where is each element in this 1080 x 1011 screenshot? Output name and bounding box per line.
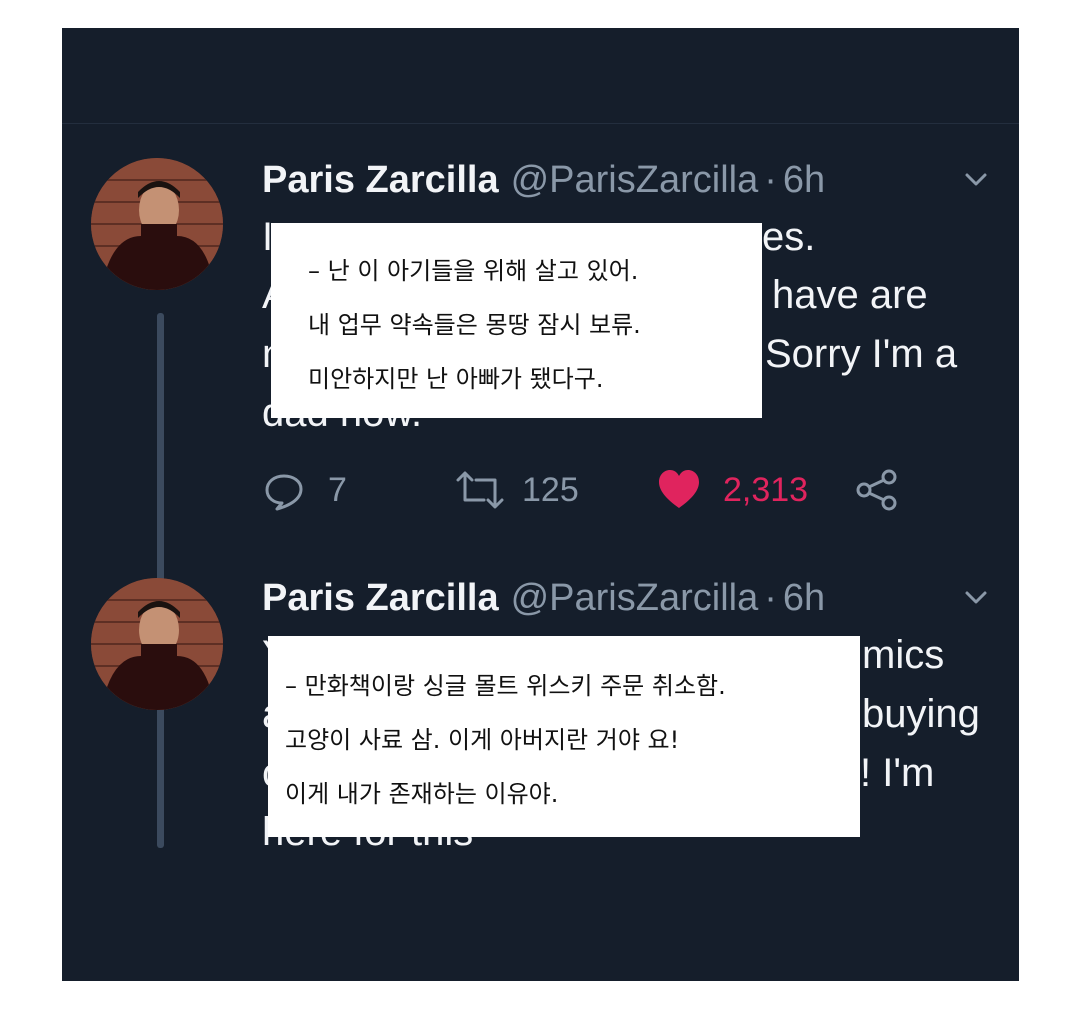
translation-line: – 만화책이랑 싱글 몰트 위스키 주문 취소함. bbox=[285, 672, 726, 700]
translation-overlay: – 만화책이랑 싱글 몰트 위스키 주문 취소함. 고양이 사료 삼. 이게 아… bbox=[268, 636, 860, 837]
translation-line: – 난 이 아기들을 위해 살고 있어. bbox=[308, 257, 639, 285]
retweet-count: 125 bbox=[522, 470, 579, 509]
translation-line: 이게 내가 존재하는 이유야. bbox=[285, 780, 559, 808]
body-fragment: Sorry I'm a bbox=[765, 332, 958, 376]
separator: · bbox=[764, 577, 777, 619]
twitter-screenshot: Paris Zarcilla@ParisZarcilla·6h I es. A … bbox=[62, 28, 1019, 981]
retweet-icon bbox=[454, 468, 506, 512]
translation-line: 고양이 사료 삼. 이게 아버지란 거야 요! bbox=[285, 726, 680, 754]
separator: · bbox=[764, 159, 777, 201]
tweet-header: Paris Zarcilla @ParisZarcilla · 6h bbox=[262, 576, 825, 620]
avatar[interactable] bbox=[91, 578, 223, 710]
chevron-down-icon[interactable] bbox=[962, 584, 990, 617]
top-bar bbox=[62, 28, 1019, 124]
body-fragment: have are bbox=[772, 273, 928, 317]
body-fragment: es. bbox=[762, 215, 816, 259]
author-handle[interactable]: @ParisZarcilla bbox=[511, 159, 759, 201]
avatar[interactable] bbox=[91, 158, 223, 290]
author-handle[interactable]: @ParisZarcilla bbox=[511, 577, 759, 619]
share-icon bbox=[855, 468, 899, 512]
body-fragment: buying bbox=[862, 692, 980, 736]
translation-line: 미안하지만 난 아빠가 됐다구. bbox=[308, 365, 604, 393]
translation-line: 내 업무 약속들은 몽땅 잠시 보류. bbox=[308, 311, 641, 339]
author-name[interactable]: Paris Zarcilla bbox=[262, 159, 499, 201]
like-count: 2,313 bbox=[723, 470, 809, 509]
retweet-button[interactable]: 125 bbox=[454, 468, 579, 512]
heart-icon bbox=[657, 468, 701, 512]
translation-overlay: – 난 이 아기들을 위해 살고 있어. 내 업무 약속들은 몽땅 잠시 보류.… bbox=[271, 223, 762, 418]
timestamp[interactable]: 6h bbox=[783, 159, 825, 201]
chevron-down-icon[interactable] bbox=[962, 166, 990, 199]
tweet-header: Paris Zarcilla @ParisZarcilla · 6h bbox=[262, 158, 825, 202]
author-name[interactable]: Paris Zarcilla bbox=[262, 577, 499, 619]
reply-count: 7 bbox=[328, 470, 347, 509]
body-fragment: mics bbox=[862, 633, 945, 677]
like-button[interactable]: 2,313 bbox=[657, 468, 808, 512]
body-fragment: ! I'm bbox=[860, 751, 935, 795]
timestamp[interactable]: 6h bbox=[783, 577, 825, 619]
share-button[interactable] bbox=[855, 468, 899, 512]
speech-bubble-icon bbox=[262, 468, 306, 512]
reply-button[interactable]: 7 bbox=[262, 468, 347, 512]
